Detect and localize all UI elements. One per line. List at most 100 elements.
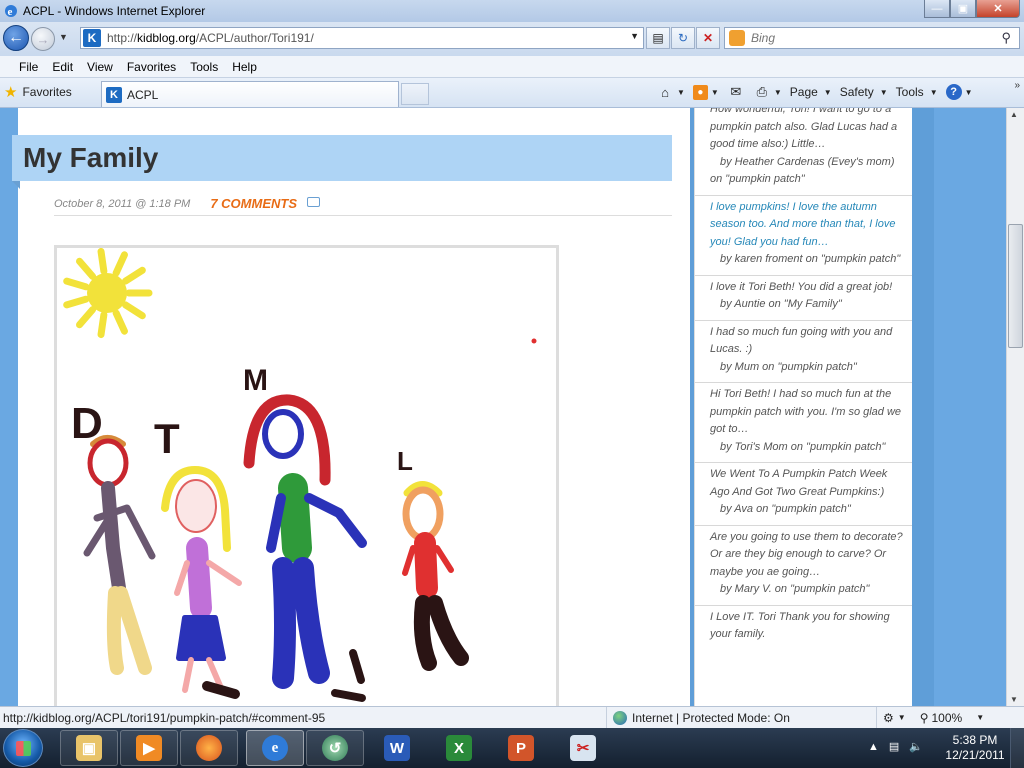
- comment-excerpt[interactable]: I had so much fun going with you and Luc…: [710, 324, 906, 359]
- command-bar: ⌂ ▼ ● ▼ ✉ ⎙ ▼ Page ▼ Safety ▼ Tools ▼ ? ▼: [656, 83, 981, 101]
- tools-dropdown-icon[interactable]: ▼: [930, 88, 938, 97]
- tab-acpl[interactable]: K ACPL: [101, 81, 399, 107]
- print-dropdown-icon[interactable]: ▼: [774, 88, 782, 97]
- address-bar[interactable]: K http://kidblog.org/ACPL/author/Tori191…: [80, 27, 644, 49]
- comment-bubble-icon[interactable]: [307, 196, 320, 207]
- menu-view[interactable]: View: [80, 60, 120, 74]
- taskbar-explorer[interactable]: ▣: [60, 730, 118, 766]
- taskbar-firefox[interactable]: [180, 730, 238, 766]
- address-dropdown-icon[interactable]: ▼: [630, 31, 639, 41]
- mail-icon[interactable]: ✉: [727, 83, 745, 101]
- post-title[interactable]: My Family: [23, 142, 158, 174]
- taskbar-powerpoint[interactable]: P: [492, 730, 550, 766]
- protected-dropdown-icon[interactable]: ▼: [898, 713, 906, 722]
- comment-excerpt[interactable]: Are you going to use them to decorate? O…: [710, 529, 906, 582]
- taskbar-internet-explorer[interactable]: e: [246, 730, 304, 766]
- comments-link[interactable]: 7 COMMENTS: [210, 196, 297, 211]
- new-tab-button[interactable]: [401, 83, 429, 105]
- start-button[interactable]: [3, 729, 43, 767]
- forward-arrow-icon: →: [36, 31, 50, 47]
- back-button[interactable]: ←: [3, 25, 29, 51]
- taskbar-media-player[interactable]: ▶: [120, 730, 178, 766]
- family-drawing-image: D T M L: [54, 245, 559, 706]
- comment-excerpt[interactable]: I love it Tori Beth! You did a great job…: [710, 279, 906, 297]
- post-meta: October 8, 2011 @ 1:18 PM 7 COMMENTS: [54, 196, 320, 211]
- comment-item: I love pumpkins! I love the autumn seaso…: [695, 196, 912, 276]
- comment-on-post[interactable]: on "pumpkin patch": [710, 171, 906, 189]
- star-icon: ★: [4, 84, 18, 101]
- search-icon[interactable]: ⚲: [1001, 30, 1011, 46]
- maximize-button[interactable]: ▣: [950, 0, 976, 18]
- status-url: http://kidblog.org/ACPL/tori191/pumpkin-…: [3, 710, 326, 725]
- page-border-left: [0, 108, 18, 706]
- taskbar-excel[interactable]: X: [430, 730, 488, 766]
- zoom-control[interactable]: ⚙ ▼ ⚲ 100% ▼: [876, 706, 1024, 729]
- ie-taskbar-icon: e: [262, 735, 288, 761]
- taskbar-clock[interactable]: 5:38 PM 12/21/2011: [944, 733, 1006, 763]
- zoom-dropdown-icon[interactable]: ▼: [976, 713, 984, 722]
- search-input[interactable]: [751, 31, 991, 45]
- show-desktop-button[interactable]: [1010, 728, 1024, 768]
- recent-pages-dropdown[interactable]: ▼: [59, 32, 68, 42]
- comment-byline: by Auntie on "My Family": [720, 298, 842, 310]
- tools-menu[interactable]: Tools: [896, 85, 924, 99]
- post-date: October 8, 2011 @ 1:18 PM: [54, 197, 191, 210]
- search-box[interactable]: ⚲: [724, 27, 1020, 49]
- show-hidden-icons[interactable]: ▲: [868, 741, 879, 753]
- feeds-icon[interactable]: ●: [692, 84, 708, 100]
- safety-menu[interactable]: Safety: [840, 85, 874, 99]
- forward-button[interactable]: →: [31, 27, 55, 51]
- home-dropdown-icon[interactable]: ▼: [677, 88, 685, 97]
- comment-excerpt[interactable]: Hi Tori Beth! I had so much fun at the p…: [710, 386, 906, 439]
- comment-byline: by Tori's Mom on "pumpkin patch": [720, 440, 886, 453]
- scroll-up-icon[interactable]: ▲: [1010, 110, 1018, 119]
- home-icon[interactable]: ⌂: [656, 83, 674, 101]
- taskbar-app-green[interactable]: ↺: [306, 730, 364, 766]
- page-menu[interactable]: Page: [790, 85, 818, 99]
- figure-t: [161, 466, 242, 699]
- comment-excerpt[interactable]: I love pumpkins! I love the autumn seaso…: [710, 199, 906, 252]
- firefox-icon: [196, 735, 222, 761]
- figure-mom: [243, 394, 367, 702]
- help-dropdown-icon[interactable]: ▼: [965, 88, 973, 97]
- comment-item: I had so much fun going with you and Luc…: [695, 321, 912, 383]
- comment-byline: by Ava on "pumpkin patch": [720, 503, 851, 515]
- compatibility-view-button[interactable]: ▤: [646, 27, 670, 49]
- drawing-letter-l: L: [397, 446, 413, 476]
- favorites-button[interactable]: ★ Favorites: [4, 83, 72, 101]
- feeds-dropdown-icon[interactable]: ▼: [711, 88, 719, 97]
- taskbar-snipping-tool[interactable]: ✂: [554, 730, 612, 766]
- recent-comments-sidebar: How wonderful, Tori! I want to go to a p…: [694, 108, 912, 706]
- zoom-icon: ⚲: [919, 710, 929, 725]
- page-dropdown-icon[interactable]: ▼: [824, 88, 832, 97]
- security-zone[interactable]: Internet | Protected Mode: On: [606, 706, 876, 729]
- comment-excerpt[interactable]: We Went To A Pumpkin Patch Week Ago And …: [710, 466, 906, 501]
- safety-dropdown-icon[interactable]: ▼: [880, 88, 888, 97]
- clock-date: 12/21/2011: [945, 748, 1005, 762]
- help-icon[interactable]: ?: [945, 84, 962, 100]
- menu-help[interactable]: Help: [225, 60, 264, 74]
- comment-excerpt[interactable]: How wonderful, Tori! I want to go to a p…: [710, 108, 906, 154]
- network-icon[interactable]: ▤: [889, 740, 899, 753]
- bing-icon: [729, 30, 745, 46]
- vertical-scrollbar[interactable]: ▲ ▼: [1006, 108, 1024, 706]
- close-window-button[interactable]: ✕: [976, 0, 1020, 18]
- scrollbar-thumb[interactable]: [1008, 224, 1023, 348]
- taskbar-word[interactable]: W: [368, 730, 426, 766]
- stop-button[interactable]: ✕: [696, 27, 720, 49]
- powerpoint-icon: P: [508, 735, 534, 761]
- volume-icon[interactable]: 🔈: [909, 740, 923, 753]
- minimize-button[interactable]: —: [924, 0, 950, 18]
- scroll-down-icon[interactable]: ▼: [1010, 695, 1018, 704]
- address-url[interactable]: http://kidblog.org/ACPL/author/Tori191/: [107, 31, 314, 45]
- protected-mode-icon[interactable]: ⚙: [883, 711, 894, 725]
- comment-excerpt[interactable]: I Love IT. Tori Thank you for showing yo…: [710, 609, 906, 644]
- menu-edit[interactable]: Edit: [45, 60, 80, 74]
- window-title-bar: e ACPL - Windows Internet Explorer — ▣ ✕: [0, 0, 1024, 22]
- menu-file[interactable]: File: [12, 60, 45, 74]
- menu-favorites[interactable]: Favorites: [120, 60, 183, 74]
- chevron-more-icon[interactable]: »: [1014, 80, 1020, 91]
- menu-tools[interactable]: Tools: [183, 60, 225, 74]
- print-icon[interactable]: ⎙: [753, 83, 771, 101]
- refresh-button[interactable]: ↻: [671, 27, 695, 49]
